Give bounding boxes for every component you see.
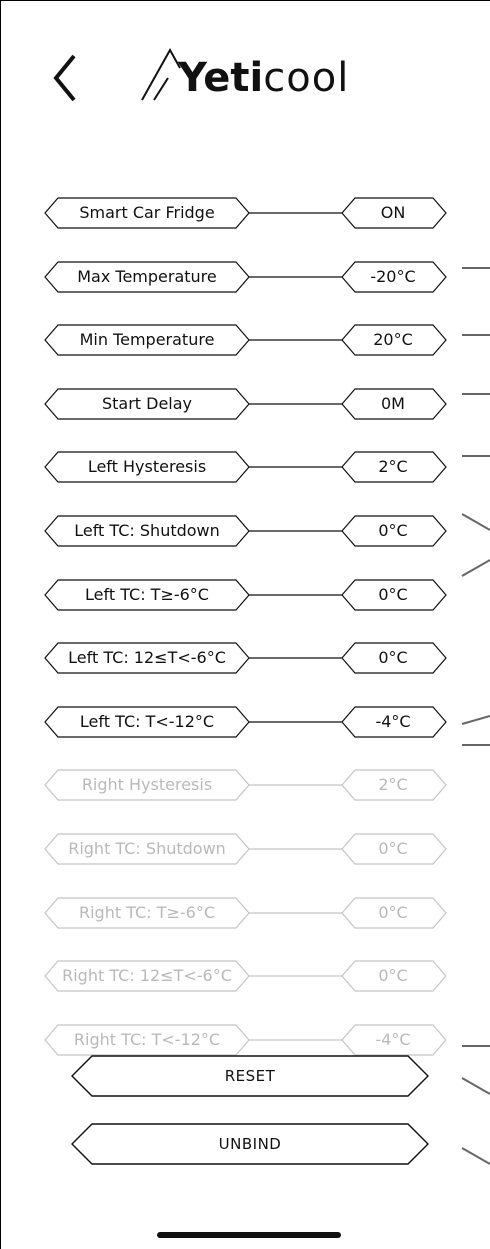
setting-row[interactable]: Max Temperature -20°C [0,261,490,293]
setting-row[interactable]: Left TC: Shutdown 0°C [0,515,490,547]
setting-label: Min Temperature [79,330,215,349]
edge-dash-decoration [462,744,490,746]
brand-name-bold: Yeti [178,55,264,101]
brand-name: Yeticool [178,58,349,98]
reset-button-label: RESET [224,1067,276,1085]
setting-label: Max Temperature [77,267,217,286]
setting-value[interactable]: 2°C [342,769,444,801]
setting-value[interactable]: 0°C [342,642,444,674]
setting-value[interactable]: 0°C [342,897,444,929]
setting-row[interactable]: Left TC: T<-12°C -4°C [0,706,490,738]
setting-label: Left Hysteresis [87,457,207,476]
edge-dash-decoration [462,334,490,336]
setting-label: Right TC: 12≤T<-6°C [62,966,232,985]
setting-value[interactable]: 20°C [342,324,444,356]
setting-value[interactable]: 0°C [342,579,444,611]
setting-row[interactable]: Right TC: T<-12°C -4°C [0,1024,490,1056]
setting-label: Left TC: T<-12°C [79,712,215,731]
setting-value[interactable]: 2°C [342,451,444,483]
setting-value[interactable]: -4°C [342,1024,444,1056]
edge-dash-decoration [462,267,490,269]
setting-row[interactable]: Right TC: Shutdown 0°C [0,833,490,865]
setting-row[interactable]: Start Delay 0M [0,388,490,420]
frame-border-top [0,0,490,1]
setting-label: Left TC: 12≤T<-6°C [68,648,226,667]
edge-slash-decoration [461,513,490,531]
reset-button[interactable]: RESET [70,1055,430,1097]
edge-dash-decoration [462,1045,490,1047]
edge-slash-decoration [461,715,490,725]
setting-label: Right TC: T≥-6°C [78,903,215,922]
chevron-left-icon [53,54,76,102]
setting-label: Right Hysteresis [81,775,213,794]
setting-label: Smart Car Fridge [79,203,215,222]
setting-value[interactable]: 0°C [342,833,444,865]
setting-row[interactable]: Smart Car Fridge ON [0,197,490,229]
setting-label: Left TC: T≥-6°C [85,585,209,604]
edge-slash-decoration [461,1147,490,1165]
unbind-button[interactable]: UNBIND [70,1123,430,1165]
brand-name-light: cool [263,55,350,101]
setting-row[interactable]: Left TC: 12≤T<-6°C 0°C [0,642,490,674]
setting-value[interactable]: 0°C [342,515,444,547]
setting-label: Start Delay [101,394,193,413]
setting-label: Right TC: Shutdown [68,839,226,858]
edge-dash-decoration [462,455,490,457]
setting-row[interactable]: Right TC: T≥-6°C 0°C [0,897,490,929]
setting-value[interactable]: -20°C [342,261,444,293]
setting-row[interactable]: Left Hysteresis 2°C [0,451,490,483]
unbind-button-label: UNBIND [218,1135,282,1153]
setting-label: Right TC: T<-12°C [73,1030,221,1049]
setting-label: Left TC: Shutdown [74,521,220,540]
edge-slash-decoration [461,1077,490,1095]
setting-value[interactable]: 0°C [342,960,444,992]
app-screen: Yeticool Smart Car Fridge ON Max Temperatu… [0,0,490,1249]
setting-value[interactable]: -4°C [342,706,444,738]
back-button[interactable] [44,52,84,104]
frame-border-left [0,0,1,1249]
home-indicator [157,1232,341,1238]
setting-row[interactable]: Min Temperature 20°C [0,324,490,356]
setting-row[interactable]: Right TC: 12≤T<-6°C 0°C [0,960,490,992]
edge-dash-decoration [462,393,490,395]
setting-row[interactable]: Left TC: T≥-6°C 0°C [0,579,490,611]
brand-logo: Yeticool [140,34,349,104]
setting-value[interactable]: 0M [342,388,444,420]
setting-value[interactable]: ON [342,197,444,229]
edge-slash-decoration [461,559,490,577]
setting-row[interactable]: Right Hysteresis 2°C [0,769,490,801]
